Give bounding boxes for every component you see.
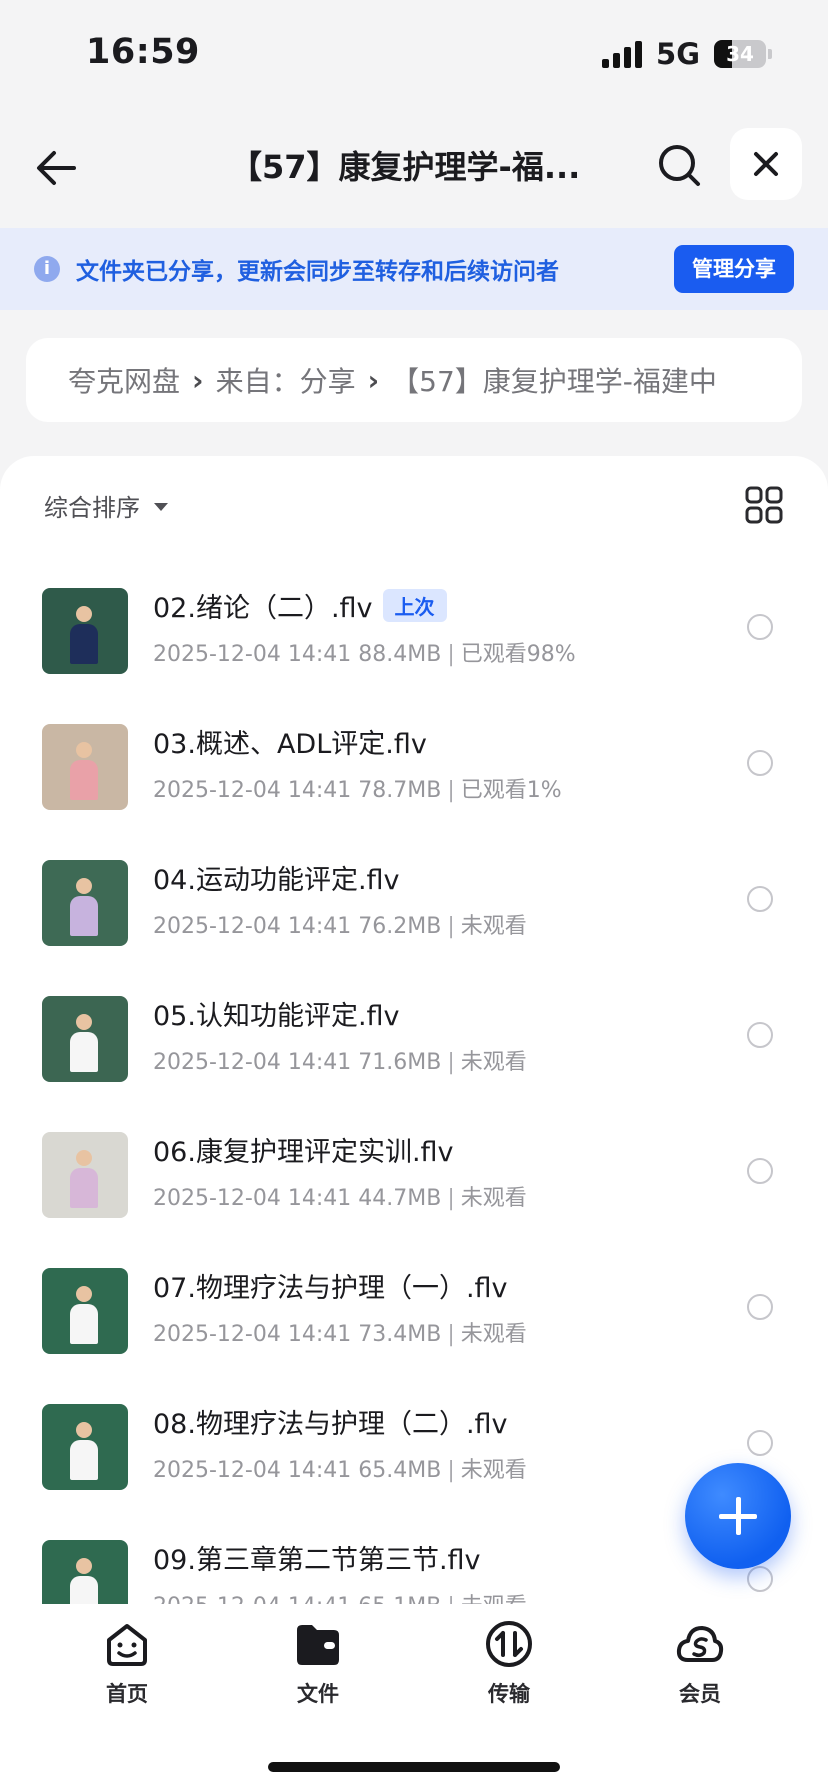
- last-watched-badge: 上次: [382, 589, 447, 622]
- home-indicator: [268, 1762, 560, 1772]
- video-thumbnail: [42, 1268, 128, 1354]
- file-row[interactable]: 03.概述、ADL评定.flv 2025-12-04 14:41 78.7MB |…: [0, 714, 828, 850]
- select-radio[interactable]: [747, 1294, 773, 1320]
- file-list: 02.绪论（二）.flv 上次 2025-12-04 14:41 88.4MB | 已…: [0, 568, 828, 1608]
- file-meta: 2025-12-04 14:41 71.6MB | 未观看: [153, 1050, 527, 1075]
- file-row[interactable]: 05.认知功能评定.flv 2025-12-04 14:41 71.6MB | 未观…: [0, 986, 828, 1122]
- video-thumbnail: [42, 996, 128, 1082]
- close-button[interactable]: [730, 128, 802, 200]
- file-row[interactable]: 06.康复护理评定实训.flv 2025-12-04 14:41 44.7MB |…: [0, 1122, 828, 1258]
- tab-label: 传输: [488, 1682, 530, 1706]
- tab-label: 文件: [297, 1682, 339, 1706]
- video-thumbnail: [42, 860, 128, 946]
- caret-down-icon: [154, 503, 168, 511]
- breadcrumb-item-root[interactable]: 夸克网盘: [68, 360, 180, 400]
- nav-bar: 【57】康复护理学-福...: [0, 110, 828, 228]
- video-thumbnail: [42, 724, 128, 810]
- select-radio[interactable]: [747, 1158, 773, 1184]
- video-thumbnail: [42, 1132, 128, 1218]
- status-indicators: 5G 34: [602, 36, 772, 72]
- file-row[interactable]: 04.运动功能评定.flv 2025-12-04 14:41 76.2MB | 未观…: [0, 850, 828, 986]
- file-meta: 2025-12-04 14:41 78.7MB | 已观看1%: [153, 778, 562, 803]
- breadcrumb-separator: ›: [192, 363, 204, 397]
- tab-files[interactable]: 文件: [258, 1618, 378, 1708]
- status-bar: 16:59 5G 34: [0, 0, 828, 110]
- breadcrumb: 夸克网盘 › 来自：分享 › 【57】康复护理学-福建中: [26, 338, 802, 422]
- file-name: 04.运动功能评定.flv: [153, 865, 400, 896]
- file-name: 09.第三章第二节第三节.flv: [153, 1545, 481, 1576]
- manage-share-button[interactable]: 管理分享: [674, 245, 794, 293]
- file-name: 02.绪论（二）.flv 上次: [153, 586, 447, 625]
- select-radio[interactable]: [747, 750, 773, 776]
- share-notice-banner: i 文件夹已分享，更新会同步至转存和后续访问者 管理分享: [0, 228, 828, 310]
- close-icon: [754, 152, 778, 176]
- tab-transfer[interactable]: 传输: [449, 1618, 569, 1708]
- file-name: 07.物理疗法与护理（一）.flv: [153, 1273, 508, 1304]
- member-cloud-icon: [676, 1626, 724, 1662]
- tab-member[interactable]: 会员: [640, 1618, 760, 1708]
- grid-view-toggle[interactable]: [745, 486, 783, 524]
- video-thumbnail: [42, 588, 128, 674]
- file-meta: 2025-12-04 14:41 65.4MB | 未观看: [153, 1458, 527, 1483]
- file-meta: 2025-12-04 14:41 44.7MB | 未观看: [153, 1186, 527, 1211]
- file-meta: 2025-12-04 14:41 76.2MB | 未观看: [153, 914, 527, 939]
- video-thumbnail: [42, 1404, 128, 1490]
- select-radio[interactable]: [747, 1430, 773, 1456]
- home-face-icon: [107, 1624, 147, 1666]
- breadcrumb-separator: ›: [367, 363, 380, 397]
- back-button[interactable]: [30, 140, 86, 196]
- status-time: 16:59: [86, 32, 200, 72]
- file-name: 05.认知功能评定.flv: [153, 1001, 400, 1032]
- file-row[interactable]: 02.绪论（二）.flv 上次 2025-12-04 14:41 88.4MB | 已…: [0, 578, 828, 714]
- folder-icon: [297, 1625, 339, 1665]
- select-radio[interactable]: [747, 1566, 773, 1592]
- sort-selector[interactable]: 综合排序: [44, 488, 168, 523]
- video-thumbnail: [42, 1540, 128, 1608]
- battery-level: 34: [726, 42, 754, 66]
- page-title: 【57】康复护理学-福...: [230, 148, 581, 186]
- share-notice-text: 文件夹已分享，更新会同步至转存和后续访问者: [76, 259, 559, 285]
- file-panel: 综合排序 02.绪论（二）.flv 上次 2025-12-04 14:41 88.…: [0, 456, 828, 1792]
- search-icon: [659, 145, 700, 186]
- file-name: 06.康复护理评定实训.flv: [153, 1137, 454, 1168]
- select-radio[interactable]: [747, 614, 773, 640]
- tab-label: 首页: [106, 1682, 148, 1706]
- select-radio[interactable]: [747, 886, 773, 912]
- grid-icon: [745, 486, 783, 524]
- file-meta: 2025-12-04 14:41 73.4MB | 未观看: [153, 1322, 527, 1347]
- signal-icon: [602, 40, 643, 68]
- add-button[interactable]: [685, 1463, 791, 1569]
- arrow-left-icon: [37, 151, 76, 185]
- file-row[interactable]: 07.物理疗法与护理（一）.flv 2025-12-04 14:41 73.4M…: [0, 1258, 828, 1394]
- sort-label: 综合排序: [44, 494, 140, 522]
- info-icon: i: [34, 256, 60, 282]
- tab-label: 会员: [679, 1682, 721, 1706]
- search-button[interactable]: [652, 138, 708, 194]
- battery-icon: 34: [714, 40, 766, 68]
- breadcrumb-item-share[interactable]: 来自：分享: [216, 360, 356, 400]
- file-name: 08.物理疗法与护理（二）.flv: [153, 1409, 508, 1440]
- network-type: 5G: [656, 37, 700, 71]
- file-meta: 2025-12-04 14:41 88.4MB | 已观看98%: [153, 642, 576, 667]
- breadcrumb-item-current[interactable]: 【57】康复护理学-福建中: [391, 360, 717, 400]
- file-name: 03.概述、ADL评定.flv: [153, 729, 427, 760]
- select-radio[interactable]: [747, 1022, 773, 1048]
- transfer-icon: [486, 1621, 532, 1667]
- tab-home[interactable]: 首页: [67, 1618, 187, 1708]
